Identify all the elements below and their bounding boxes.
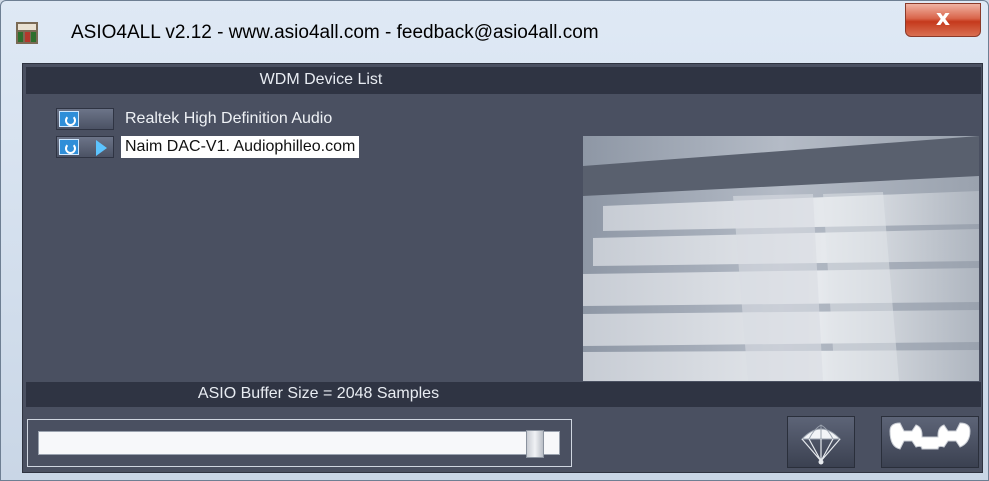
title-bar[interactable]: ASIO4ALL v2.12 - www.asio4all.com - feed…: [1, 1, 988, 63]
power-icon: [59, 111, 79, 127]
asio-panel: WDM Device List Realtek High Definition …: [22, 63, 983, 473]
parachute-icon: [800, 424, 842, 465]
buffer-size-slider[interactable]: [38, 430, 560, 458]
wdm-device-list-title: WDM Device List: [259, 71, 383, 88]
device-label[interactable]: Realtek High Definition Audio: [121, 108, 336, 130]
device-toggle-button[interactable]: [56, 136, 114, 158]
buffer-size-slider-frame: [27, 419, 572, 467]
asio-buffer-size-bar: ASIO Buffer Size = 2048 Samples: [26, 382, 981, 407]
asio4all-window: ASIO4ALL v2.12 - www.asio4all.com - feed…: [0, 0, 989, 481]
asio4all-app-icon: [16, 22, 38, 44]
device-toggle-button[interactable]: [56, 108, 114, 130]
power-icon: [59, 139, 79, 155]
wdm-device-list-header: WDM Device List: [26, 67, 981, 94]
close-icon: x: [935, 6, 951, 31]
parachute-button[interactable]: [787, 416, 855, 468]
wrench-icon: [889, 422, 971, 450]
play-arrow-icon: [96, 140, 107, 156]
buffer-size-label: ASIO Buffer Size = 2048 Samples: [197, 385, 440, 402]
piano-keys-image: [583, 136, 979, 381]
advanced-settings-button[interactable]: [881, 416, 979, 468]
piano-illustration: [583, 136, 979, 381]
window-title: ASIO4ALL v2.12 - www.asio4all.com - feed…: [71, 22, 599, 43]
device-label[interactable]: Naim DAC-V1. Audiophilleo.com: [121, 136, 360, 158]
slider-thumb[interactable]: [526, 430, 544, 458]
close-button[interactable]: x: [905, 3, 981, 37]
